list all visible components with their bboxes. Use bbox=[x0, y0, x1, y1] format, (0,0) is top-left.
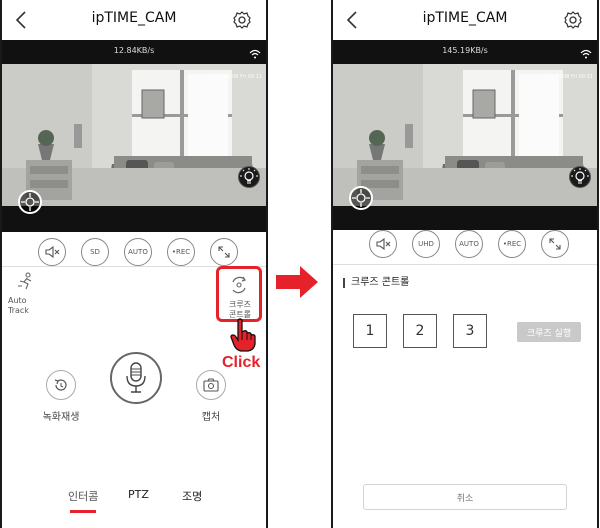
quality-uhd-button[interactable]: UHD bbox=[412, 230, 440, 258]
tab-intercom[interactable]: 인터콤 bbox=[68, 488, 98, 504]
fullscreen-icon[interactable] bbox=[541, 230, 569, 258]
wifi-icon bbox=[249, 44, 261, 59]
capture-label: 캡처 bbox=[201, 412, 221, 423]
cruise-section-title: 크루즈 콘트롤 bbox=[343, 278, 409, 288]
preset-button-2[interactable]: 2 bbox=[403, 314, 437, 348]
bottom-tabs: 인터콤 PTZ 조명 bbox=[2, 488, 266, 504]
cruise-run-button[interactable]: 크루즈 실행 bbox=[517, 322, 581, 342]
camera-title: ipTIME_CAM bbox=[422, 10, 508, 26]
auto-track-label: Auto Track bbox=[8, 296, 29, 315]
camera-scene bbox=[333, 64, 597, 206]
hand-pointer-icon bbox=[228, 318, 258, 352]
video-timestamp: 2022-08-08 Fri 09:11 bbox=[209, 74, 262, 80]
tab-ptz[interactable]: PTZ bbox=[128, 488, 149, 501]
live-video[interactable]: 12.84KB/s 2022-08-08 Fri 09:11 bbox=[2, 40, 266, 232]
click-label: Click bbox=[222, 354, 261, 371]
record-button[interactable]: •REC bbox=[498, 230, 526, 258]
cruise-highlight-box bbox=[216, 266, 262, 322]
camera-scene bbox=[2, 64, 266, 206]
mute-speaker-icon[interactable] bbox=[369, 230, 397, 258]
arrow-right-icon bbox=[276, 266, 318, 298]
divider bbox=[333, 264, 597, 265]
cancel-button[interactable]: 취소 bbox=[363, 484, 567, 510]
fullscreen-icon[interactable] bbox=[210, 238, 238, 266]
wifi-icon bbox=[580, 44, 592, 59]
record-button[interactable]: •REC bbox=[167, 238, 195, 266]
gear-icon[interactable] bbox=[232, 10, 252, 30]
bitrate-readout: 145.19KB/s bbox=[442, 46, 488, 55]
video-timestamp: 2022-08-08 Fri 09:11 bbox=[540, 74, 593, 80]
app-header: ipTIME_CAM bbox=[333, 0, 597, 40]
left-screen: ipTIME_CAM 12.84KB/s 2022-08-08 Fri 09:1… bbox=[0, 0, 268, 528]
app-header: ipTIME_CAM bbox=[2, 0, 266, 40]
preset-button-1[interactable]: 1 bbox=[353, 314, 387, 348]
camera-title: ipTIME_CAM bbox=[91, 10, 177, 26]
preset-button-3[interactable]: 3 bbox=[453, 314, 487, 348]
control-row: UHD AUTO •REC bbox=[333, 230, 597, 260]
auto-mode-button[interactable]: AUTO bbox=[124, 238, 152, 266]
ptz-joystick-icon[interactable] bbox=[349, 186, 373, 210]
light-bulb-icon[interactable] bbox=[238, 166, 260, 188]
active-tab-indicator bbox=[70, 510, 96, 513]
auto-track-icon[interactable] bbox=[12, 272, 38, 290]
playback-icon[interactable] bbox=[46, 370, 76, 400]
auto-mode-button[interactable]: AUTO bbox=[455, 230, 483, 258]
bitrate-readout: 12.84KB/s bbox=[113, 46, 155, 55]
live-video[interactable]: 145.19KB/s 2022-08-08 Fri 09:11 bbox=[333, 40, 597, 230]
quality-sd-button[interactable]: SD bbox=[81, 238, 109, 266]
control-row: SD AUTO •REC bbox=[2, 238, 266, 268]
playback-label: 녹화재생 bbox=[42, 412, 80, 423]
mute-speaker-icon[interactable] bbox=[38, 238, 66, 266]
tab-lighting[interactable]: 조명 bbox=[182, 488, 202, 504]
camera-icon[interactable] bbox=[196, 370, 226, 400]
microphone-icon[interactable] bbox=[110, 352, 162, 404]
light-bulb-icon[interactable] bbox=[569, 166, 591, 188]
right-screen: ipTIME_CAM 145.19KB/s 2022-08-08 Fri 09:… bbox=[331, 0, 599, 528]
gear-icon[interactable] bbox=[563, 10, 583, 30]
ptz-joystick-icon[interactable] bbox=[18, 190, 42, 214]
